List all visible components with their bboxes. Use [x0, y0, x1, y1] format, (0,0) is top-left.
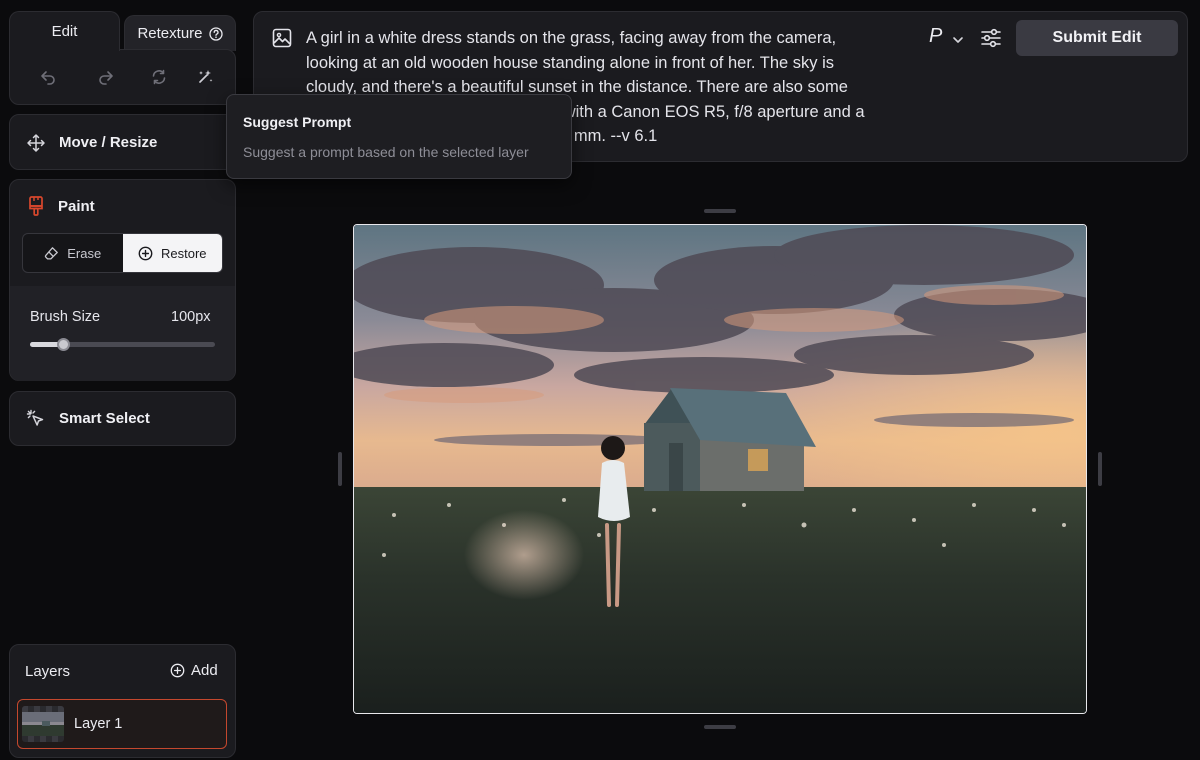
- add-layer-label: Add: [191, 662, 218, 679]
- tab-edit[interactable]: Edit: [9, 11, 120, 51]
- sparkle-wand-icon[interactable]: [194, 66, 216, 88]
- smart-cursor-icon: [26, 409, 46, 434]
- undo-icon[interactable]: [37, 66, 59, 88]
- canvas-image[interactable]: [353, 224, 1087, 714]
- layer-name: Layer 1: [74, 716, 123, 732]
- brush-size-label: Brush Size: [30, 309, 101, 325]
- layers-title: Layers: [25, 663, 71, 680]
- sunset-field-image: [354, 225, 1086, 713]
- help-circle-icon[interactable]: [208, 26, 223, 41]
- canvas-resize-handle-left[interactable]: [338, 452, 342, 486]
- move-arrows-icon: [26, 133, 46, 158]
- restore-label: Restore: [160, 245, 207, 261]
- layer-item[interactable]: Layer 1: [17, 699, 227, 749]
- canvas-resize-handle-right[interactable]: [1098, 452, 1102, 486]
- edit-toolbar: [9, 49, 236, 105]
- add-layer-button[interactable]: Add: [170, 662, 218, 679]
- suggest-prompt-tooltip: Suggest Prompt Suggest a prompt based on…: [226, 94, 572, 179]
- move-resize-label: Move / Resize: [59, 134, 158, 151]
- tab-edit-label: Edit: [51, 23, 78, 40]
- tab-retexture[interactable]: Retexture: [124, 15, 236, 51]
- brush-size-value: 100px: [171, 309, 211, 325]
- move-resize-tool[interactable]: Move / Resize: [9, 114, 236, 170]
- tooltip-title: Suggest Prompt: [243, 114, 352, 130]
- restore-button[interactable]: Restore: [122, 234, 222, 272]
- smart-select-label: Smart Select: [59, 410, 150, 427]
- plus-circle-icon: [170, 663, 185, 678]
- paint-label: Paint: [58, 198, 95, 215]
- brush-size-slider[interactable]: [30, 338, 215, 351]
- paint-brush-icon[interactable]: [26, 195, 46, 222]
- erase-button[interactable]: Erase: [23, 234, 123, 272]
- eraser-icon: [44, 246, 59, 261]
- erase-restore-toggle: Erase Restore: [22, 233, 223, 273]
- smart-select-tool[interactable]: Smart Select: [9, 391, 236, 446]
- image-icon: [272, 28, 292, 53]
- tab-retexture-label: Retexture: [137, 25, 203, 42]
- erase-label: Erase: [67, 245, 102, 261]
- canvas-resize-handle-bottom[interactable]: [704, 725, 736, 729]
- plus-circle-icon: [138, 246, 153, 261]
- canvas-resize-handle-top[interactable]: [704, 209, 736, 213]
- chevron-down-icon[interactable]: [952, 32, 964, 50]
- redo-icon[interactable]: [95, 66, 117, 88]
- sliders-settings-icon[interactable]: [980, 27, 1002, 54]
- tooltip-description: Suggest a prompt based on the selected l…: [243, 144, 529, 160]
- submit-edit-button[interactable]: Submit Edit: [1016, 20, 1178, 56]
- refresh-icon[interactable]: [148, 66, 170, 88]
- layer-thumbnail: [22, 706, 64, 742]
- prompt-mode-letter[interactable]: P: [929, 25, 942, 48]
